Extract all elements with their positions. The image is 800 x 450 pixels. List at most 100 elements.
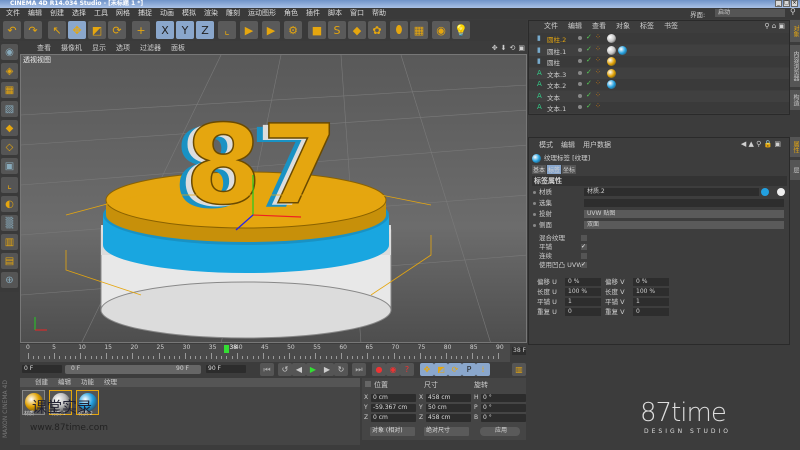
viewport-menu-item[interactable]: 摄像机 (56, 43, 87, 53)
object-menu-item[interactable]: 标签 (635, 21, 659, 32)
side-tab[interactable]: 对象 (790, 20, 800, 42)
side-tab[interactable]: 层 (790, 160, 800, 180)
new-window-icon[interactable]: ▣ (778, 22, 785, 30)
enabled-check-icon[interactable]: ✓ (586, 45, 592, 53)
object-row[interactable]: A 文本.2 ✓ ⁘ (529, 79, 789, 90)
coordinate-system-button[interactable]: ⌞ (218, 21, 236, 39)
texture-tag-icon[interactable] (607, 68, 616, 78)
object-row[interactable]: A 文本.3 ✓ ⁘ (529, 67, 789, 79)
visibility-dot-icon[interactable] (578, 36, 582, 40)
viewport-menu-item[interactable]: 查看 (32, 43, 56, 53)
object-menu-item[interactable]: 对象 (611, 21, 635, 32)
pla-key-button[interactable]: ⁞ (476, 363, 490, 376)
start-frame-field[interactable]: 0 F (22, 365, 62, 373)
object-row[interactable]: A 文本 ✓ ⁘ (529, 90, 789, 102)
enabled-check-icon[interactable]: ✓ (586, 33, 592, 41)
attribute-tab[interactable]: 基本 (532, 165, 547, 174)
workplane-icon[interactable]: ▧ (1, 101, 18, 117)
size-mode-dropdown[interactable]: 绝对尺寸 (424, 427, 469, 436)
visibility-dot-icon[interactable] (578, 70, 582, 75)
timeline-button[interactable]: ▥ (512, 363, 526, 376)
menu-item[interactable]: 编辑 (24, 8, 46, 19)
object-menu-item[interactable]: 书签 (659, 21, 683, 32)
magnet-icon[interactable]: ◐ (1, 196, 18, 212)
snap-icon[interactable]: ▥ (1, 234, 18, 250)
render-picture-button[interactable]: ▶ (262, 21, 280, 39)
apply-button[interactable]: 应用 (480, 427, 520, 436)
coord-rot-field[interactable]: 0 ° (481, 404, 526, 412)
object-menu-item[interactable]: 查看 (587, 21, 611, 32)
projection-dropdown[interactable]: UVW 贴图 (584, 210, 784, 218)
uv-field[interactable]: 0 (565, 308, 601, 316)
pan-icon[interactable]: ✥ (492, 44, 498, 52)
polygons-mode-icon[interactable]: ▣ (1, 158, 18, 174)
selection-field[interactable] (584, 199, 784, 207)
phong-tag-icon[interactable]: ⁘ (595, 79, 601, 87)
go-start-button[interactable]: ⏮ (260, 363, 274, 376)
add-button[interactable]: + (132, 21, 150, 39)
prev-key-button[interactable]: ↺ (278, 363, 292, 376)
uv-field[interactable]: 0 % (633, 278, 669, 286)
scale-key-button[interactable]: ◩ (434, 363, 448, 376)
menu-item[interactable]: 插件 (302, 8, 324, 19)
phong-tag-icon[interactable]: ⁘ (595, 68, 601, 76)
grid-icon[interactable]: ▒ (1, 215, 18, 231)
viewport-menu-item[interactable]: 过滤器 (135, 43, 166, 53)
animate-dot-icon[interactable] (533, 191, 536, 194)
coord-size-field[interactable]: 458 cm (426, 394, 471, 402)
visibility-dot-icon[interactable] (578, 105, 582, 109)
menu-item[interactable]: 模拟 (178, 8, 200, 19)
x-axis-button[interactable]: X (156, 21, 174, 39)
attribute-tab[interactable]: 标签 (547, 165, 562, 174)
z-axis-button[interactable]: Z (196, 21, 214, 39)
side-dropdown[interactable]: 双面 (584, 221, 784, 229)
axis-mode-icon[interactable]: ⌞ (1, 177, 18, 193)
menu-item[interactable]: 文件 (2, 8, 24, 19)
model-mode-icon[interactable]: ◈ (1, 63, 18, 79)
search-icon[interactable]: ⚲ (764, 22, 769, 30)
checkbox[interactable]: ✓ (581, 262, 587, 268)
menu-item[interactable]: 动画 (156, 8, 178, 19)
attribute-tab[interactable]: 坐标 (562, 165, 577, 174)
spline-button[interactable]: S (328, 21, 346, 39)
checkbox[interactable]: ✓ (581, 244, 587, 250)
coord-menu-icon[interactable] (365, 381, 371, 387)
floor-button[interactable]: ▦ (410, 21, 428, 39)
menu-item[interactable]: 渲染 (200, 8, 222, 19)
prev-frame-button[interactable]: ◀ (292, 363, 306, 376)
coord-mode-dropdown[interactable]: 对象 (相对) (370, 427, 415, 436)
enabled-check-icon[interactable]: ✓ (586, 79, 592, 87)
rotate-key-button[interactable]: ⟳ (448, 363, 462, 376)
viewport-menu-item[interactable]: 面板 (166, 43, 190, 53)
menu-item[interactable]: 雕刻 (222, 8, 244, 19)
next-key-button[interactable]: ↻ (334, 363, 348, 376)
phong-tag-icon[interactable]: ⁘ (595, 33, 601, 41)
render-settings-button[interactable]: ⚙ (284, 21, 302, 39)
animate-dot-icon[interactable] (533, 224, 536, 227)
checkbox[interactable] (581, 253, 587, 259)
home-icon[interactable]: ⌂ (772, 22, 776, 30)
maximize-view-icon[interactable]: ▣ (518, 44, 525, 52)
coord-pos-field[interactable]: 0 cm (371, 414, 416, 422)
object-row[interactable]: ▮ 圆柱.1 ✓ ⁘ (529, 44, 789, 56)
close-button[interactable]: × (791, 0, 798, 7)
viewport-menu-item[interactable]: 选项 (111, 43, 135, 53)
texture-mode-icon[interactable]: ▦ (1, 82, 18, 98)
enabled-check-icon[interactable]: ✓ (586, 56, 592, 64)
phong-tag-icon[interactable]: ⁘ (595, 45, 601, 53)
checkbox[interactable] (581, 235, 587, 241)
layout-icon[interactable]: ▤ (1, 253, 18, 269)
attribute-nav-icons[interactable]: ◀ ▲ ⚲ 🔒 ▣ (741, 140, 781, 148)
menu-item[interactable]: 窗口 (346, 8, 368, 19)
next-frame-button[interactable]: ▶ (320, 363, 334, 376)
uv-field[interactable]: 0 (633, 308, 669, 316)
texture-tag-icon[interactable] (607, 57, 616, 66)
animate-dot-icon[interactable] (533, 213, 536, 216)
object-row[interactable]: A 文本.1 ✓ ⁘ (529, 102, 789, 113)
phong-tag-icon[interactable]: ⁘ (595, 56, 601, 64)
object-row[interactable]: ▮ 圆柱.2 ✓ ⁘ (529, 33, 789, 44)
end-frame-field[interactable]: 38 F (512, 347, 526, 355)
interface-dropdown[interactable]: 启动 (715, 9, 785, 17)
maximize-button[interactable]: □ (783, 0, 790, 7)
material-menu-item[interactable]: 纹理 (99, 378, 122, 387)
